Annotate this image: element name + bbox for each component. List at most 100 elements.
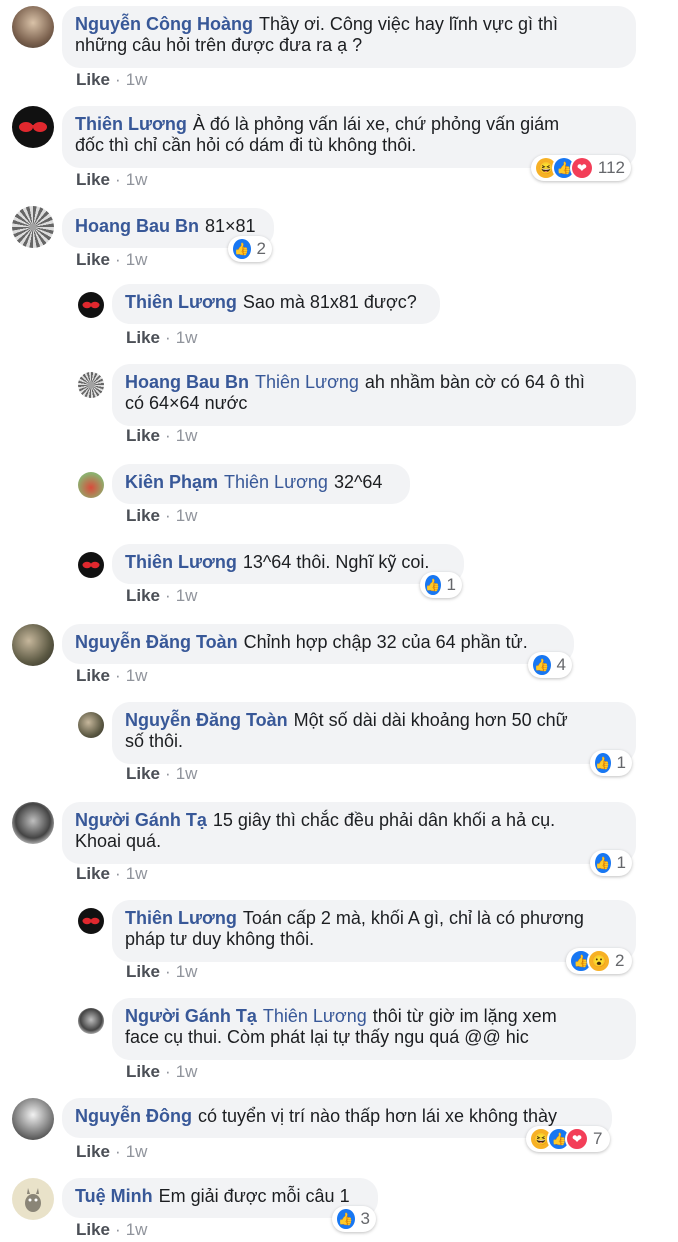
reaction-count: 2 — [615, 951, 625, 970]
like-link[interactable]: Like — [126, 586, 160, 605]
avatar[interactable] — [12, 106, 54, 148]
comment-bubble: Người Gánh Tạ 15 giây thì chắc đều phải d… — [62, 802, 636, 864]
comment-text: À đó là phỏng vấn lái xe, chứ phỏng vấn … — [192, 114, 560, 134]
commenter-name[interactable]: Nguyễn Đăng Toàn — [75, 632, 238, 652]
commenter-name[interactable]: Thiên Lương — [125, 552, 237, 572]
comment-text: Sao mà 81x81 được? — [242, 292, 417, 312]
avatar[interactable] — [78, 712, 104, 738]
timestamp[interactable]: 1w — [126, 666, 148, 685]
comment-actions: Like · 1w — [126, 426, 198, 445]
commenter-name[interactable]: Thiên Lương — [125, 292, 237, 312]
like-link[interactable]: Like — [76, 1220, 110, 1239]
comment-actions: Like · 1w — [126, 1062, 198, 1081]
reaction-summary[interactable]: 😆 👍 ❤ 112 — [531, 155, 631, 181]
commenter-name[interactable]: Nguyễn Đông — [75, 1106, 192, 1126]
avatar[interactable] — [78, 552, 104, 578]
timestamp[interactable]: 1w — [126, 1220, 148, 1239]
timestamp[interactable]: 1w — [176, 426, 198, 445]
like-link[interactable]: Like — [76, 1142, 110, 1161]
like-link[interactable]: Like — [76, 250, 110, 269]
timestamp[interactable]: 1w — [176, 506, 198, 525]
reaction-summary[interactable]: 👍 4 — [528, 652, 572, 678]
love-reaction-icon: ❤ — [569, 156, 594, 180]
commenter-name[interactable]: Người Gánh Tạ — [125, 1006, 257, 1026]
avatar[interactable] — [12, 206, 54, 248]
avatar[interactable] — [12, 1098, 54, 1140]
like-link[interactable]: Like — [76, 170, 110, 189]
mention-link[interactable]: Thiên Lương — [255, 372, 359, 392]
commenter-name[interactable]: Thiên Lương — [75, 114, 187, 134]
comment-actions: Like · 1w — [76, 666, 148, 685]
comment-actions: Like · 1w — [126, 962, 198, 981]
timestamp[interactable]: 1w — [126, 864, 148, 883]
reaction-summary[interactable]: 👍 1 — [420, 572, 462, 598]
reaction-summary[interactable]: 😆 👍 ❤ 7 — [526, 1126, 610, 1152]
timestamp[interactable]: 1w — [176, 764, 198, 783]
commenter-name[interactable]: Nguyễn Công Hoàng — [75, 14, 253, 34]
comment-text-cont: có 64×64 nước — [125, 393, 248, 413]
comment-text: Chỉnh hợp chập 32 của 64 phần tử. — [243, 632, 528, 652]
reaction-summary[interactable]: 👍 😮 2 — [566, 948, 632, 974]
avatar[interactable] — [78, 292, 104, 318]
like-link[interactable]: Like — [126, 764, 160, 783]
comment-actions: Like · 1w — [126, 586, 198, 605]
comment-bubble: Kiên Phạm Thiên Lương 32^64 — [112, 464, 410, 504]
commenter-name[interactable]: Kiên Phạm — [125, 472, 218, 492]
reaction-summary[interactable]: 👍 2 — [228, 236, 272, 262]
commenter-name[interactable]: Thiên Lương — [125, 908, 237, 928]
reaction-summary[interactable]: 👍 3 — [332, 1206, 376, 1232]
timestamp[interactable]: 1w — [126, 170, 148, 189]
reaction-summary[interactable]: 👍 1 — [590, 850, 632, 876]
comment-text: Một số dài dài khoảng hơn 50 chữ — [293, 710, 568, 730]
comment-text: thôi từ giờ im lặng xem — [372, 1006, 557, 1026]
like-link[interactable]: Like — [76, 70, 110, 89]
timestamp[interactable]: 1w — [126, 70, 148, 89]
comment-actions: Like · 1w — [126, 506, 198, 525]
timestamp[interactable]: 1w — [176, 586, 198, 605]
reaction-summary[interactable]: 👍 1 — [590, 750, 632, 776]
comment-bubble: Thiên Lương Toán cấp 2 mà, khối A gì, chỉ… — [112, 900, 636, 962]
avatar[interactable] — [12, 6, 54, 48]
commenter-name[interactable]: Hoang Bau Bn — [75, 216, 199, 236]
commenter-name[interactable]: Nguyễn Đăng Toàn — [125, 710, 288, 730]
commenter-name[interactable]: Hoang Bau Bn — [125, 372, 249, 392]
commenter-name[interactable]: Tuệ Minh — [75, 1186, 153, 1206]
like-link[interactable]: Like — [76, 666, 110, 685]
reaction-count: 4 — [556, 655, 566, 674]
mention-link[interactable]: Thiên Lương — [263, 1006, 367, 1026]
like-link[interactable]: Like — [126, 1062, 160, 1081]
comment-text: Em giải được mỗi câu 1 — [158, 1186, 350, 1206]
comment-actions: Like · 1w — [76, 1220, 148, 1239]
comment-bubble: Nguyễn Đăng Toàn Chỉnh hợp chập 32 của 64… — [62, 624, 574, 664]
reaction-count: 1 — [616, 753, 626, 772]
avatar[interactable] — [78, 472, 104, 498]
timestamp[interactable]: 1w — [126, 250, 148, 269]
timestamp[interactable]: 1w — [176, 1062, 198, 1081]
avatar[interactable] — [78, 372, 104, 398]
like-link[interactable]: Like — [126, 426, 160, 445]
timestamp[interactable]: 1w — [176, 962, 198, 981]
avatar[interactable] — [12, 624, 54, 666]
comment-actions: Like · 1w — [126, 328, 198, 347]
mention-link[interactable]: Thiên Lương — [224, 472, 328, 492]
comment-text-cont: pháp tư duy không thôi. — [125, 929, 315, 949]
like-link[interactable]: Like — [126, 962, 160, 981]
comment-actions: Like · 1w — [76, 864, 148, 883]
avatar[interactable] — [78, 1008, 104, 1034]
avatar[interactable] — [78, 908, 104, 934]
avatar[interactable] — [12, 802, 54, 844]
like-link[interactable]: Like — [126, 506, 160, 525]
timestamp[interactable]: 1w — [126, 1142, 148, 1161]
like-link[interactable]: Like — [126, 328, 160, 347]
like-link[interactable]: Like — [76, 864, 110, 883]
comment-bubble: Nguyễn Đăng Toàn Một số dài dài khoảng hơ… — [112, 702, 636, 764]
comment-text: 32^64 — [333, 472, 383, 492]
commenter-name[interactable]: Người Gánh Tạ — [75, 810, 207, 830]
avatar[interactable] — [12, 1178, 54, 1220]
comment-text: Thầy ơi. Công việc hay lĩnh vực gì thì — [259, 14, 558, 34]
sunglasses-icon — [19, 122, 47, 132]
timestamp[interactable]: 1w — [176, 328, 198, 347]
comment-text: ah nhầm bàn cờ có 64 ô thì — [364, 372, 585, 392]
like-reaction-icon: 👍 — [231, 237, 253, 261]
like-reaction-icon: 👍 — [531, 653, 553, 677]
